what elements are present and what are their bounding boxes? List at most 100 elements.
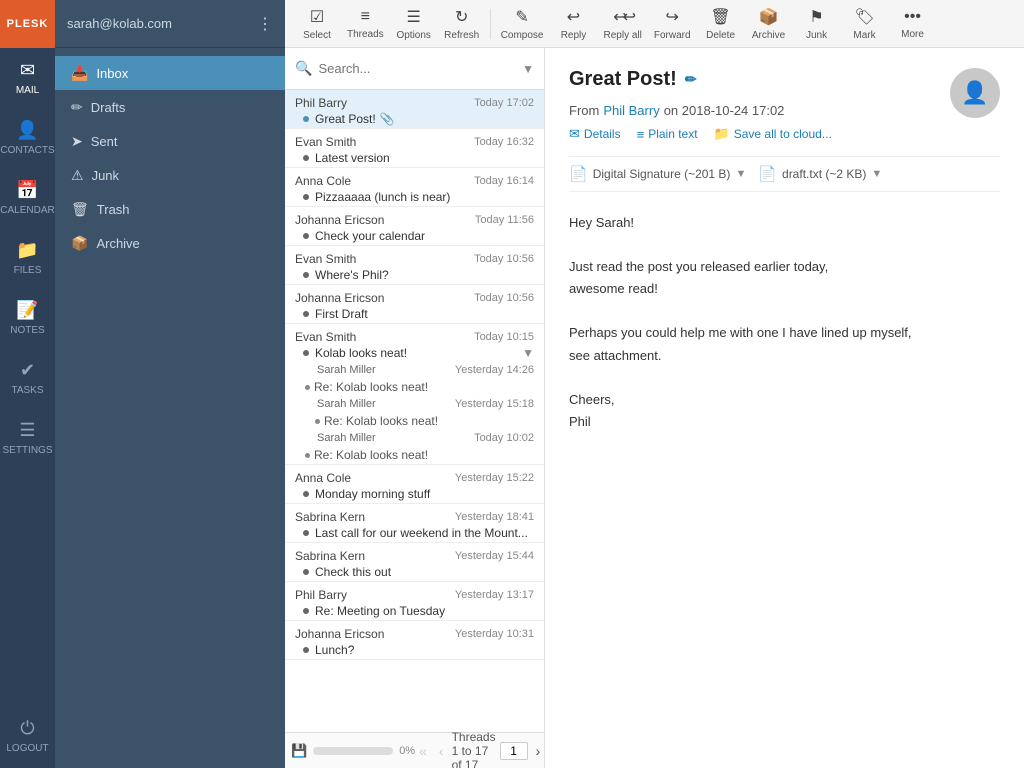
collapse-icon[interactable]: ▼ [522,346,534,360]
thread-time: Yesterday 15:44 [455,550,534,562]
attachment-label: Digital Signature (~201 B) [593,167,731,181]
toolbar-divider [490,9,491,39]
folder-junk[interactable]: ⚠ Junk [55,158,285,192]
sidebar-item-tasks[interactable]: ✔ TASKS [0,348,55,408]
search-input[interactable] [318,61,516,76]
more-button[interactable]: ••• More [889,0,937,48]
thread-5[interactable]: Evan Smith Today 10:56 Where's Phil? [285,246,544,285]
delete-button[interactable]: 🗑 Delete [697,0,745,48]
attachment-dropdown-icon[interactable]: ▼ [871,168,882,180]
search-icon: 🔍 [295,60,312,77]
pager-prev-button[interactable]: ‹ [435,741,448,761]
thread-7[interactable]: Evan Smith Today 10:15 Kolab looks neat!… [285,324,544,465]
attachment-draft[interactable]: 📄 draft.txt (~2 KB) ▼ [758,165,882,183]
notes-icon: 📝 [16,300,38,321]
unread-dot [303,233,309,239]
select-button[interactable]: ☑ Select [293,0,341,48]
thread-subject-text: Great Post! [315,112,376,126]
progress-area: 💾 0% [291,743,415,759]
calendar-icon: 📅 [16,180,38,201]
sidebar-item-settings[interactable]: ☰ SETTINGS [0,408,55,468]
thread-1[interactable]: Phil Barry Today 17:02 Great Post! 📎 [285,90,544,129]
content-area: 🔍 ▼ Phil Barry Today 17:02 Great Post! 📎 [285,48,1024,768]
folder-label: Inbox [96,66,128,81]
thread-subject-text: First Draft [315,307,368,321]
logo-text: plesk [7,18,49,30]
mark-button[interactable]: 🏷 Mark [841,0,889,48]
attachment-signature[interactable]: 📄 Digital Signature (~201 B) ▼ [569,165,746,183]
archive-button[interactable]: 📦 Archive [745,0,793,48]
folder-drafts[interactable]: ✏ Drafts [55,90,285,124]
folder-label: Archive [96,236,139,251]
thread-time: Today 11:56 [475,214,534,226]
thread-11[interactable]: Phil Barry Yesterday 13:17 Re: Meeting o… [285,582,544,621]
from-label: From [569,103,599,118]
thread-12[interactable]: Johanna Ericson Yesterday 10:31 Lunch? [285,621,544,660]
account-header: sarah@kolab.com ⋮ [55,0,285,48]
sent-icon: ➤ [71,133,83,150]
folder-sent[interactable]: ➤ Sent [55,124,285,158]
contacts-icon: 👤 [16,120,38,141]
sidebar-item-contacts[interactable]: 👤 CONTACTS [0,108,55,168]
pager-first-button[interactable]: « [415,741,431,761]
thread-time: Yesterday 15:22 [455,472,534,484]
thread-sender: Sabrina Kern [295,549,365,563]
folder-archive[interactable]: 📦 Archive [55,226,285,260]
threads-button[interactable]: ≡ Threads [341,0,390,48]
folder-trash[interactable]: 🗑 Trash [55,192,285,226]
pager-next-button[interactable]: › [532,741,545,761]
thread-3[interactable]: Anna Cole Today 16:14 Pizzaaaaa (lunch i… [285,168,544,207]
delete-icon: 🗑 [710,7,730,27]
thread-subject-text: Lunch? [315,643,354,657]
thread-reply-subject-1: Re: Kolab looks neat! [285,378,544,396]
reply-all-button[interactable]: ↩↩ Reply all [598,0,648,48]
more-label: More [901,29,924,40]
thread-subject-text: Check this out [315,565,391,579]
reply-all-icon: ↩↩ [613,7,632,27]
sidebar-item-mail[interactable]: ✉ MAIL [0,48,55,108]
thread-reply-2: Sarah Miller Yesterday 15:18 [285,396,544,412]
details-link[interactable]: ✉ Details [569,126,621,142]
page-number-input[interactable] [500,742,528,760]
reply-dot [305,385,310,390]
storage-icon: 💾 [291,743,307,759]
thread-6[interactable]: Johanna Ericson Today 10:56 First Draft [285,285,544,324]
account-menu-button[interactable]: ⋮ [257,14,273,34]
reply-subject-text: Re: Kolab looks neat! [314,380,428,394]
unread-dot [303,155,309,161]
junk-button[interactable]: ⚑ Junk [793,0,841,48]
unread-dot [303,608,309,614]
sidebar-item-notes[interactable]: 📝 NOTES [0,288,55,348]
refresh-button[interactable]: ↻ Refresh [438,0,486,48]
email-title-text: Great Post! [569,68,677,91]
thread-sender: Evan Smith [295,330,356,344]
thread-sender: Johanna Ericson [295,627,384,641]
save-all-link[interactable]: 📁 Save all to cloud... [714,126,832,142]
sidebar-item-files[interactable]: 📁 FILES [0,228,55,288]
email-sender-link[interactable]: Phil Barry [603,103,659,118]
search-dropdown-icon[interactable]: ▼ [522,62,534,76]
thread-8[interactable]: Anna Cole Yesterday 15:22 Monday morning… [285,465,544,504]
forward-button[interactable]: ↪ Forward [648,0,697,48]
compose-button[interactable]: ✎ Compose [495,0,550,48]
email-list-footer: 💾 0% « ‹ Threads 1 to 17 of 17 › » [285,732,544,768]
options-button[interactable]: ☰ Options [390,0,438,48]
mark-label: Mark [853,30,875,41]
thread-sender: Anna Cole [295,471,351,485]
reply-icon: ↩ [567,7,580,27]
thread-9[interactable]: Sabrina Kern Yesterday 18:41 Last call f… [285,504,544,543]
thread-2[interactable]: Evan Smith Today 16:32 Latest version [285,129,544,168]
sidebar-item-calendar[interactable]: 📅 CALENDAR [0,168,55,228]
logout-button[interactable]: ⏻ LOGOUT [0,708,55,763]
reply-button[interactable]: ↩ Reply [550,0,598,48]
plain-text-link[interactable]: ≡ Plain text [637,127,698,142]
attachment-dropdown-icon[interactable]: ▼ [735,168,746,180]
edit-icon[interactable]: ✏ [685,71,697,88]
thread-4[interactable]: Johanna Ericson Today 11:56 Check your c… [285,207,544,246]
thread-10[interactable]: Sabrina Kern Yesterday 15:44 Check this … [285,543,544,582]
folder-inbox[interactable]: 📥 Inbox [55,56,285,90]
reply-dot [315,419,320,424]
compose-label: Compose [501,30,544,41]
sidebar-item-label: CALENDAR [0,205,54,216]
attachment-label: draft.txt (~2 KB) [782,167,866,181]
